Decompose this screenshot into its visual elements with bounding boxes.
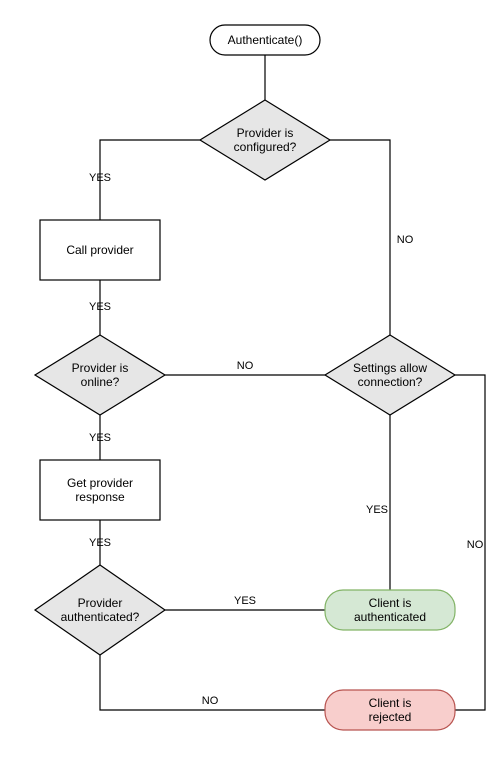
node-provider-configured-label-2: configured? [234,140,297,154]
edge-label-yes: YES [89,172,111,184]
edge-label-no: NO [397,234,414,246]
node-provider-configured-label-1: Provider is [237,126,294,140]
edge-configured-settings [330,140,390,335]
node-provider-authenticated-label-2: authenticated? [61,610,140,624]
node-settings-allow-label-1: Settings allow [353,361,427,375]
node-start-label: Authenticate() [228,33,303,47]
node-provider-configured: Provider is configured? [200,100,330,180]
node-client-rejected: Client is rejected [325,690,455,730]
node-settings-allow: Settings allow connection? [325,335,455,415]
node-call-provider-label: Call provider [66,243,133,257]
node-get-response-label-1: Get provider [67,476,133,490]
node-provider-authenticated: Provider authenticated? [35,565,165,655]
node-provider-online-label-1: Provider is [72,361,129,375]
node-settings-allow-label-2: connection? [358,375,423,389]
edge-label-yes: YES [234,595,256,607]
edge-label-yes: YES [366,504,388,516]
node-client-rejected-label-1: Client is [369,696,412,710]
node-client-authenticated-label-2: authenticated [354,610,426,624]
node-client-authenticated-label-1: Client is [369,596,412,610]
edge-label-no: NO [467,539,484,551]
node-provider-online-label-2: online? [81,375,120,389]
flowchart-diagram: YES NO YES NO YES YES YES NO YES NO Auth… [0,0,501,760]
node-start: Authenticate() [210,25,320,55]
node-client-authenticated: Client is authenticated [325,590,455,630]
node-provider-authenticated-label-1: Provider [78,596,123,610]
node-client-rejected-label-2: rejected [369,710,412,724]
edge-label-yes: YES [89,537,111,549]
edge-configured-call [100,140,200,220]
edge-label-no: NO [202,695,219,707]
edge-label-no: NO [237,360,254,372]
edge-label-yes: YES [89,432,111,444]
node-get-response-label-2: response [75,490,125,504]
edge-label-yes: YES [89,301,111,313]
node-get-response: Get provider response [40,460,160,520]
node-call-provider: Call provider [40,220,160,280]
node-provider-online: Provider is online? [35,335,165,415]
